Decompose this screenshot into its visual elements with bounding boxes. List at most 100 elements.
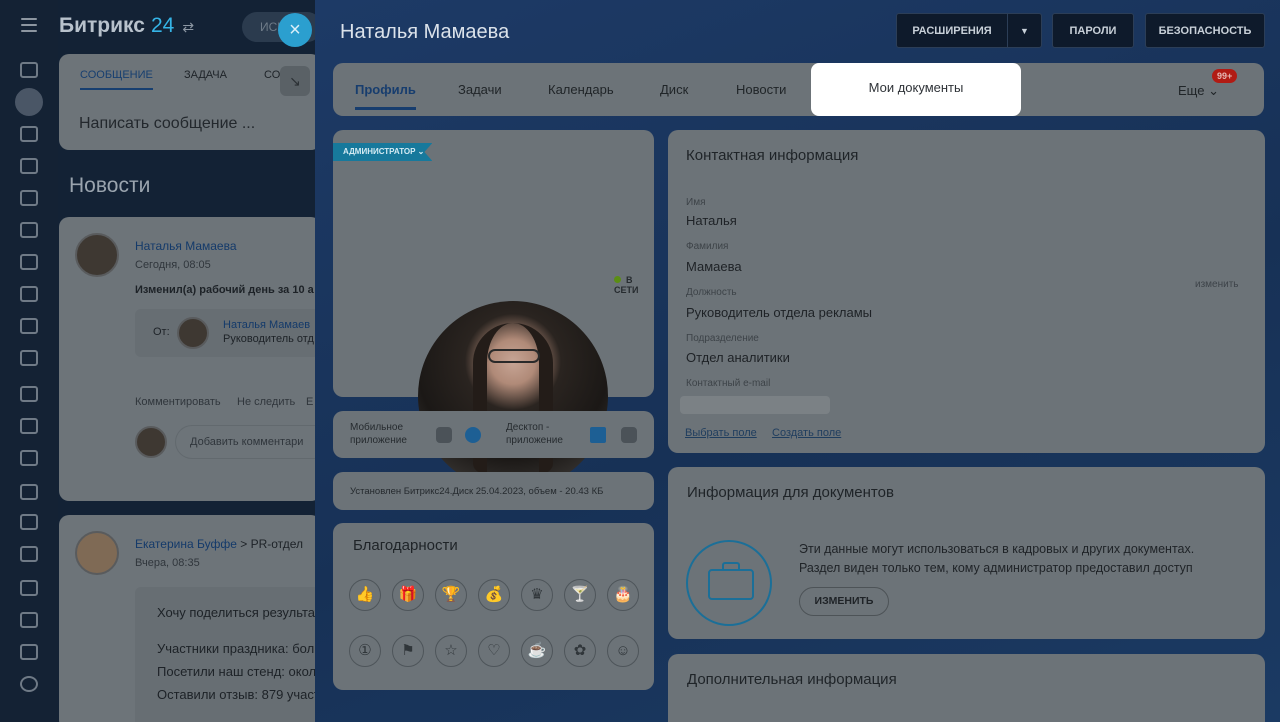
cocktail-icon[interactable]: 🍸 <box>564 579 596 611</box>
menu-icon[interactable] <box>21 18 37 32</box>
desc-line: Раздел виден только тем, кому администра… <box>799 561 1193 575</box>
briefcase-icon <box>686 540 772 626</box>
app-logo[interactable]: Битрикс 24 ⇄ <box>59 14 194 38</box>
star-icon[interactable]: ☆ <box>435 635 467 667</box>
passwords-button[interactable]: ПАРОЛИ <box>1052 13 1134 48</box>
additional-info-title: Дополнительная информация <box>687 671 897 688</box>
flower-icon[interactable]: ✿ <box>564 635 596 667</box>
post-author[interactable]: Екатерина Буффе <box>135 537 237 551</box>
tab-my-documents[interactable]: Мои документы <box>811 63 1021 116</box>
tab-drive[interactable]: Диск <box>660 82 688 97</box>
tab-profile[interactable]: Профиль <box>355 82 416 110</box>
avatar[interactable] <box>75 531 119 575</box>
left-sidebar <box>0 0 58 722</box>
crm-filter-icon[interactable] <box>20 386 38 402</box>
apple-icon[interactable] <box>621 427 637 443</box>
unfollow-link[interactable]: Не следить <box>237 396 295 408</box>
cake-icon[interactable]: 🎂 <box>607 579 639 611</box>
comment-link[interactable]: Комментировать <box>135 396 221 408</box>
post-header: Екатерина Буффе > PR-отдел <box>135 537 303 551</box>
app-label-line: Десктоп - <box>506 422 550 433</box>
comment-input[interactable]: Добавить комментари <box>175 425 321 459</box>
tab-news[interactable]: Новости <box>736 82 786 97</box>
tab-tasks[interactable]: Задачи <box>458 82 502 97</box>
field-value: Мамаева <box>686 259 742 274</box>
tasks-icon[interactable] <box>20 158 38 174</box>
number-one-icon[interactable]: ① <box>349 635 381 667</box>
signing-icon[interactable] <box>20 350 38 366</box>
change-button[interactable]: ИЗМЕНИТЬ <box>799 587 889 616</box>
app-store-icon[interactable] <box>465 427 481 443</box>
more-link[interactable]: Е <box>306 396 313 408</box>
box-icon[interactable] <box>20 484 38 500</box>
collapse-icon[interactable]: ↘ <box>280 66 310 96</box>
thumbs-up-icon[interactable]: 👍 <box>349 579 381 611</box>
company-icon[interactable] <box>20 580 38 596</box>
arrow-icon: > <box>240 537 248 551</box>
logo-text: Битрикс <box>59 14 145 37</box>
feed-icon[interactable] <box>20 62 38 78</box>
documents-info-card: Информация для документов Эти данные мог… <box>668 467 1265 639</box>
tab-other[interactable]: СО <box>264 69 280 81</box>
tab-more[interactable]: Еще ⌄ <box>1178 83 1219 99</box>
documents-info-title: Информация для документов <box>687 484 894 501</box>
tab-message[interactable]: СООБЩЕНИЕ <box>80 69 153 90</box>
android-icon[interactable] <box>436 427 452 443</box>
market-icon[interactable] <box>20 514 38 530</box>
more-icon[interactable] <box>20 676 38 692</box>
edit-link[interactable]: изменить <box>1195 279 1239 290</box>
status-dot-icon <box>614 276 621 283</box>
calendar-icon[interactable] <box>20 190 38 206</box>
drive-icon[interactable] <box>20 254 38 270</box>
sign-icon[interactable] <box>20 644 38 660</box>
post-attachment: От: Наталья Мамаев Руководитель отд <box>135 309 321 357</box>
extensions-label: РАСШИРЕНИЯ <box>912 25 992 37</box>
security-button[interactable]: БЕЗОПАСНОСТЬ <box>1145 13 1265 48</box>
tab-task[interactable]: ЗАДАЧА <box>184 69 227 81</box>
documents-icon[interactable] <box>20 222 38 238</box>
close-icon[interactable]: × <box>278 13 312 47</box>
post-destination[interactable]: PR-отдел <box>251 537 303 551</box>
extensions-button[interactable]: РАСШИРЕНИЯ ▼ <box>896 13 1042 48</box>
avatar <box>177 317 209 349</box>
from-name[interactable]: Наталья Мамаев <box>223 319 310 331</box>
role-label: АДМИНИСТРАТОР <box>343 147 416 156</box>
tab-calendar[interactable]: Календарь <box>548 82 614 97</box>
avatar[interactable] <box>75 233 119 277</box>
mobile-app-label: Мобильное приложение <box>350 421 407 447</box>
smile-icon[interactable]: ☺ <box>607 635 639 667</box>
switch-icon[interactable]: ⇄ <box>182 19 194 35</box>
windows-icon[interactable] <box>590 427 606 443</box>
news-post-2: Екатерина Буффе > PR-отдел Вчера, 08:35 … <box>59 515 321 722</box>
profile-slider: Наталья Мамаева РАСШИРЕНИЯ ▼ ПАРОЛИ БЕЗОП… <box>315 0 1280 722</box>
contact-title: Контактная информация <box>686 147 859 164</box>
news-icon[interactable] <box>15 88 43 116</box>
beer-icon[interactable]: ☕ <box>521 635 553 667</box>
developer-icon[interactable] <box>20 546 38 562</box>
post-author[interactable]: Наталья Мамаева <box>135 239 237 253</box>
mail-icon[interactable] <box>20 286 38 302</box>
compose-input[interactable]: Написать сообщение ... <box>79 115 255 133</box>
money-icon[interactable]: 💰 <box>478 579 510 611</box>
post-line: Участники праздника: бол <box>157 641 315 656</box>
avatar <box>135 426 167 458</box>
automation-icon[interactable] <box>20 450 38 466</box>
avatar[interactable] <box>418 301 608 491</box>
flag-icon[interactable]: ⚑ <box>392 635 424 667</box>
choose-field-link[interactable]: Выбрать поле <box>685 427 757 439</box>
comment-placeholder: Добавить комментари <box>190 436 304 448</box>
chat-icon[interactable] <box>20 126 38 142</box>
contact-center-icon[interactable] <box>20 418 38 434</box>
gift-icon[interactable]: 🎁 <box>392 579 424 611</box>
chevron-down-icon[interactable]: ▼ <box>1007 14 1041 47</box>
crown-icon[interactable]: ♛ <box>521 579 553 611</box>
shop-icon[interactable] <box>20 612 38 628</box>
role-badge[interactable]: АДМИНИСТРАТОР ⌄ <box>333 143 433 161</box>
trophy-icon[interactable]: 🏆 <box>435 579 467 611</box>
create-field-link[interactable]: Создать поле <box>772 427 841 439</box>
documents-info-text: Эти данные могут использоваться в кадров… <box>799 540 1194 578</box>
from-role: Руководитель отд <box>223 333 314 345</box>
post-time: Вчера, 08:35 <box>135 557 200 569</box>
heart-icon[interactable]: ♡ <box>478 635 510 667</box>
groups-icon[interactable] <box>20 318 38 334</box>
